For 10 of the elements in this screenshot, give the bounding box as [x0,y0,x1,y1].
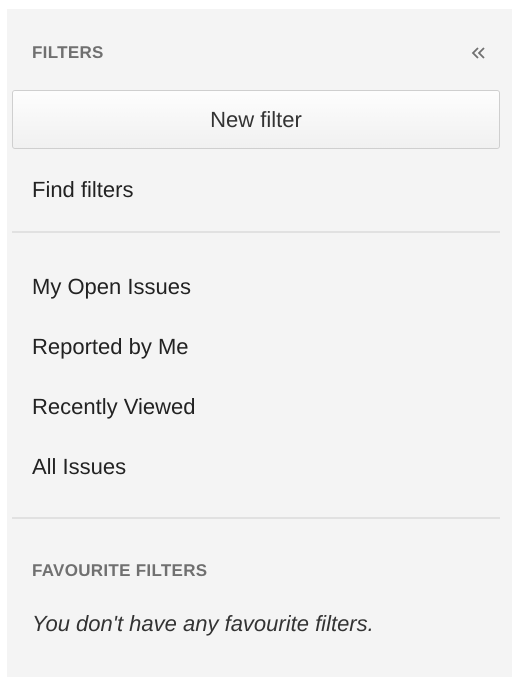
filters-heading: FILTERS [32,43,104,63]
filter-link[interactable]: Recently Viewed [12,377,500,437]
collapse-icon[interactable] [470,45,486,61]
filter-link[interactable]: All Issues [12,437,500,497]
new-filter-button[interactable]: New filter [12,90,500,149]
find-filters-link[interactable]: Find filters [12,149,500,231]
favourite-filters-heading: FAVOURITE FILTERS [31,560,208,581]
filter-link[interactable]: Reported by Me [12,317,500,377]
filter-link[interactable]: My Open Issues [12,257,500,317]
empty-message: You don't have any favourite filters. [31,610,375,637]
